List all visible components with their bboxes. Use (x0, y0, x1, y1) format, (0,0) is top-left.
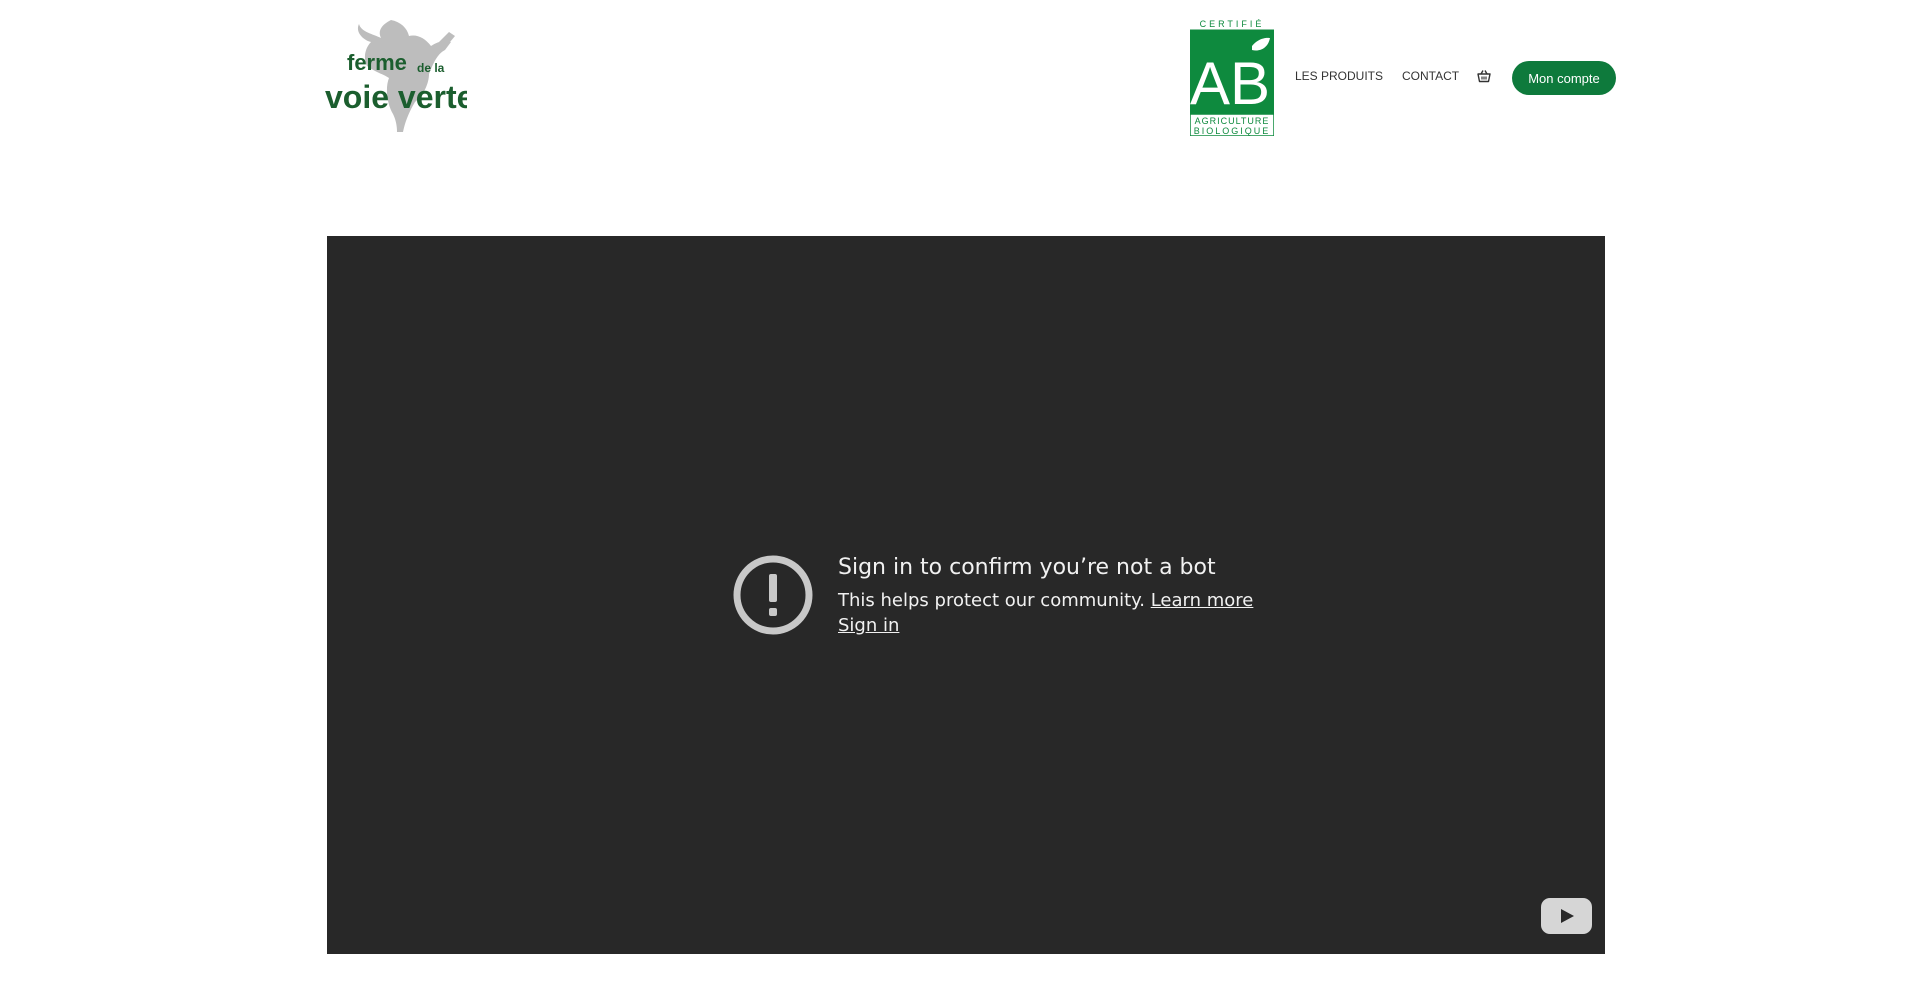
nav-link-contact[interactable]: CONTACT (1402, 69, 1459, 83)
notice-body: This helps protect our community. Learn … (838, 588, 1258, 638)
notice-message: This helps protect our community. (838, 590, 1145, 611)
badge-letters: AB (1190, 50, 1270, 117)
sign-in-link[interactable]: Sign in (838, 615, 899, 636)
learn-more-link[interactable]: Learn more (1151, 590, 1254, 611)
notice-text: Sign in to confirm you’re not a bot This… (838, 554, 1258, 638)
site-logo[interactable]: ferme de la voie verte (325, 18, 467, 136)
notice-title: Sign in to confirm you’re not a bot (838, 555, 1216, 580)
exclamation-circle-icon (732, 554, 814, 636)
shopping-basket-icon[interactable] (1476, 68, 1492, 84)
badge-top-text: CERTIFIÉ (1200, 19, 1265, 29)
video-embed[interactable]: Sign in to confirm you’re not a bot This… (327, 236, 1605, 954)
ab-badge-graphic: CERTIFIÉ AB AGRICULTURE BIOLOGIQUE (1190, 19, 1274, 136)
nav-link-les-produits[interactable]: LES PRODUITS (1295, 69, 1383, 83)
badge-bottom-text-1: AGRICULTURE (1195, 116, 1270, 126)
logo-text-ferme: ferme (347, 50, 407, 75)
ab-certification-badge: CERTIFIÉ AB AGRICULTURE BIOLOGIQUE (1190, 18, 1274, 136)
page: ferme de la voie verte CERTIFIÉ AB AGRIC… (0, 0, 1920, 993)
youtube-play-icon[interactable] (1541, 898, 1592, 934)
logo-graphic: ferme de la voie verte (325, 20, 467, 132)
logo-text-dela: de la (417, 61, 445, 75)
logo-text-voieverte: voie verte (325, 79, 467, 115)
my-account-button[interactable]: Mon compte (1512, 61, 1616, 95)
badge-bottom-text-2: BIOLOGIQUE (1194, 126, 1271, 136)
